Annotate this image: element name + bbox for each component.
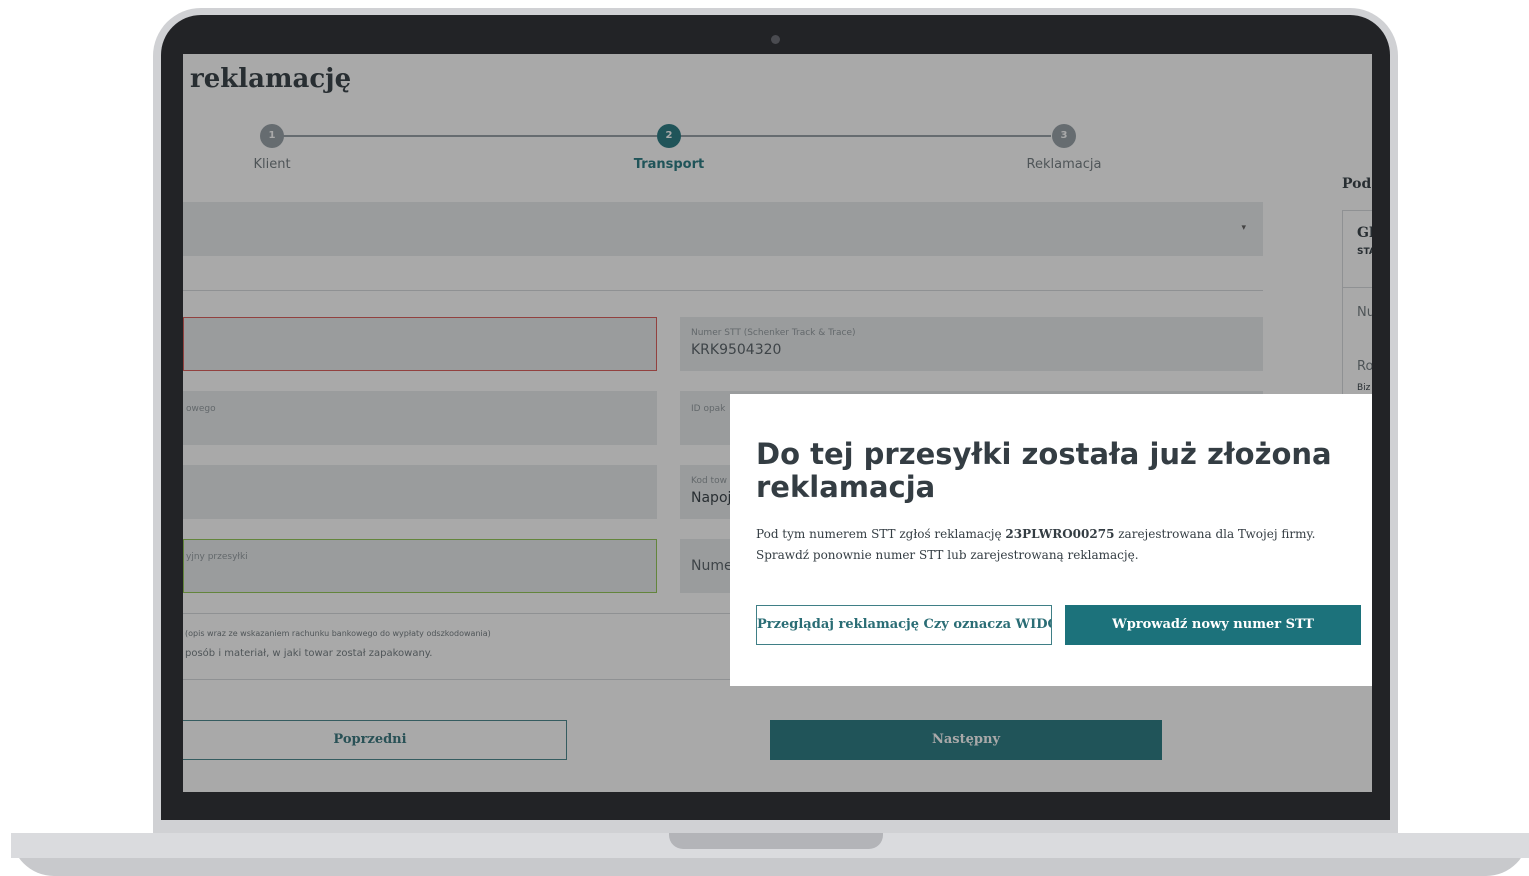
complaint-code: 23PLWRO00275	[1005, 527, 1115, 541]
modal-message-prefix: Pod tym numerem STT zgłoś reklamację	[756, 527, 1006, 541]
camera-icon	[771, 35, 780, 44]
laptop-notch	[669, 833, 883, 849]
modal-message-line-2: Sprawdź ponownie numer STT lub zarejestr…	[756, 548, 1139, 562]
duplicate-complaint-modal: Do tej przesyłki została już złożona rek…	[730, 394, 1372, 686]
browse-complaints-button[interactable]: Przeglądaj reklamację Czy oznacza WIDOK	[756, 605, 1052, 645]
modal-title: Do tej przesyłki została już złożona rek…	[756, 437, 1332, 504]
modal-message-suffix: zarejestrowana dla Twojej firmy.	[1114, 527, 1316, 541]
enter-new-stt-button[interactable]: Wprowadź nowy numer STT	[1065, 605, 1361, 645]
screen: reklamację 1 2 3 Klient Transport Reklam…	[183, 54, 1372, 792]
modal-message-line-1: Pod tym numerem STT zgłoś reklamację 23P…	[756, 527, 1315, 541]
